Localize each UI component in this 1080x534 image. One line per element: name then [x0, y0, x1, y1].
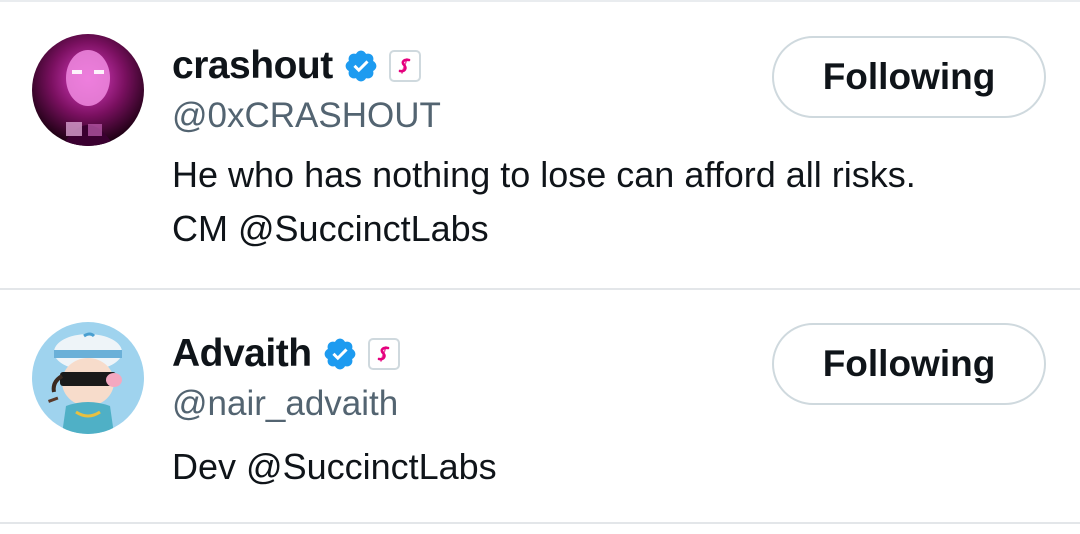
user-handle[interactable]: @nair_advaith — [172, 384, 398, 424]
verified-badge-icon — [345, 50, 377, 82]
bio-line[interactable]: Dev @SuccinctLabs — [172, 440, 497, 494]
user-cell-advaith[interactable]: Advaith @nair_advaith Dev @SuccinctLabs … — [0, 290, 1080, 524]
row-divider — [0, 522, 1080, 524]
avatar[interactable] — [32, 322, 144, 434]
user-cell-crashout[interactable]: crashout @0xCRASHOUT He who has nothing … — [0, 0, 1080, 288]
user-handle[interactable]: @0xCRASHOUT — [172, 96, 441, 136]
bio-line[interactable]: CM @SuccinctLabs — [172, 202, 916, 256]
avatar[interactable] — [32, 34, 144, 146]
following-button[interactable]: Following — [772, 36, 1046, 118]
succinct-affiliate-icon[interactable] — [367, 338, 400, 370]
bio-line: He who has nothing to lose can afford al… — [172, 154, 916, 195]
user-bio: He who has nothing to lose can afford al… — [172, 148, 916, 256]
succinct-affiliate-icon[interactable] — [388, 50, 421, 82]
following-button[interactable]: Following — [772, 323, 1046, 405]
verified-badge-icon — [324, 338, 355, 370]
display-name[interactable]: crashout — [172, 44, 333, 88]
user-bio: Dev @SuccinctLabs — [172, 440, 497, 494]
display-name[interactable]: Advaith — [172, 332, 312, 376]
